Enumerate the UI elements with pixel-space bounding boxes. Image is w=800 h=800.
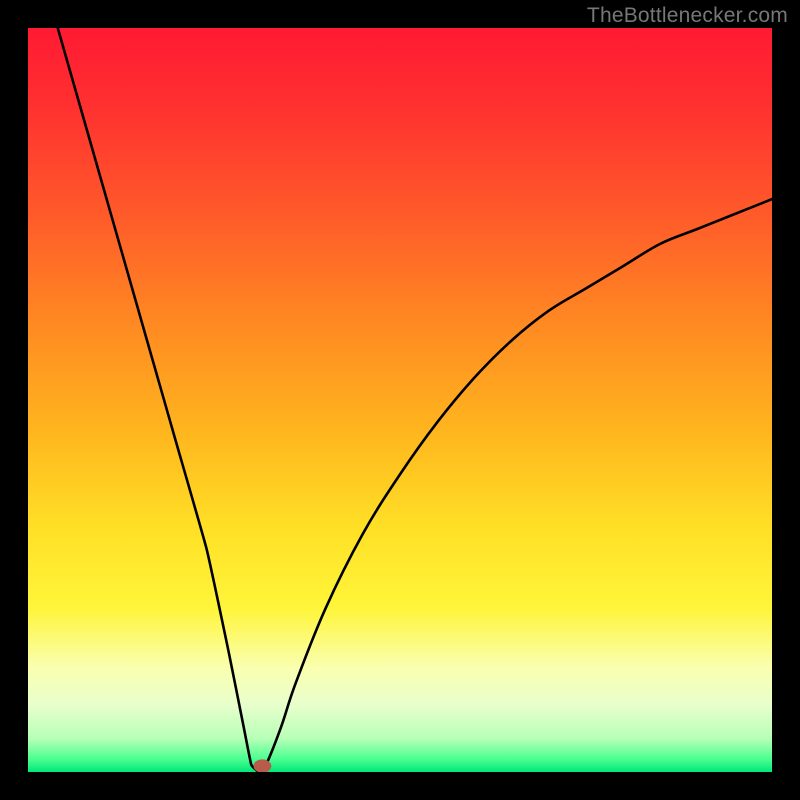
bottleneck-curve [58, 28, 772, 772]
watermark-text: TheBottlenecker.com [587, 4, 788, 28]
plot-area [28, 28, 772, 772]
chart-svg [28, 28, 772, 772]
chart-frame: TheBottlenecker.com [0, 0, 800, 800]
